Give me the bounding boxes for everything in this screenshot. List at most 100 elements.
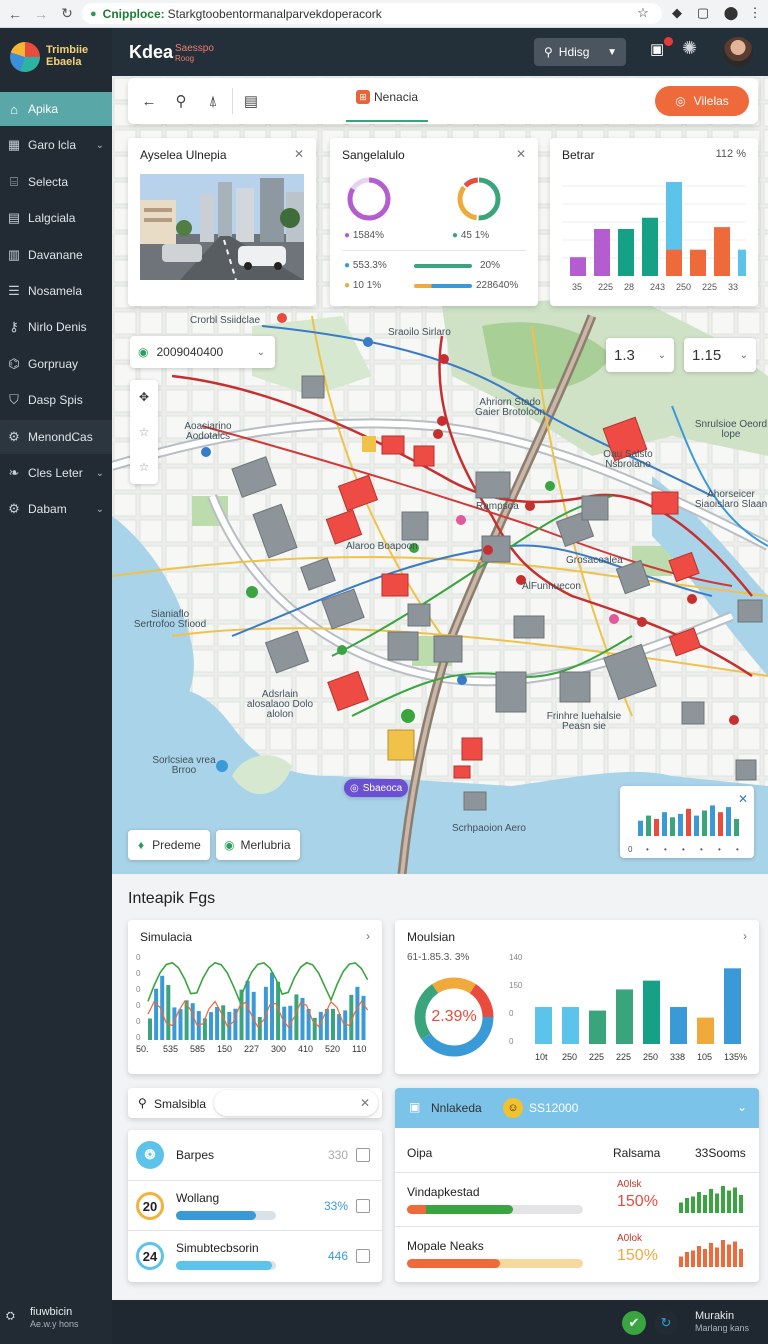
sidebar-item-1[interactable]: ⌂ Apika — [0, 92, 112, 126]
sidebar-item-4[interactable]: ▤ Lalgciala — [0, 201, 112, 235]
sidebar-item-11[interactable]: ❧ Cles Leter ⌄ — [0, 456, 112, 490]
list-item[interactable]: ❂ Barpes 330 — [128, 1130, 382, 1180]
list-item[interactable]: 24 Simubtecbsorin 446 — [128, 1230, 382, 1280]
tick-label: 243 — [650, 282, 665, 292]
row-checkbox[interactable] — [356, 1199, 370, 1213]
sidebar-item-12[interactable]: ⚙ Dabam ⌄ — [0, 492, 112, 526]
search-icon[interactable]: ⚲ — [170, 90, 192, 112]
close-icon[interactable]: ✕ — [738, 792, 748, 806]
browser-bar: ← → ↻ ● Cnipploce: Starkgtoobentormanalp… — [0, 0, 768, 28]
close-icon[interactable]: ✕ — [294, 147, 304, 161]
sidebar-item-8[interactable]: ⌬ Gorpruay — [0, 347, 112, 381]
sidebar-item-5[interactable]: ▥ Davanane — [0, 238, 112, 272]
top-search-button[interactable]: ⚲ Hdisg ▼ — [534, 38, 626, 66]
sidebar-item-6[interactable]: ☰ Nosamela — [0, 274, 112, 308]
bell-icon[interactable]: ⍋ — [202, 90, 224, 112]
sidebar-item-label: Davanane — [28, 247, 83, 262]
tick-label: 225 — [598, 282, 613, 292]
spark-bar — [727, 1190, 731, 1213]
sidebar-item-label: Nosamela — [28, 284, 83, 298]
sidebar-item-7[interactable]: ⚷ Nirlo Denis — [0, 310, 112, 344]
mini-hist-tick: • — [700, 845, 703, 854]
close-icon[interactable]: ✕ — [516, 147, 526, 161]
profile-icon[interactable]: ▢ — [694, 4, 712, 22]
back-icon[interactable]: ← — [4, 3, 26, 25]
table-row[interactable]: Vindapkestad A0lsk 150% — [395, 1172, 759, 1226]
calendar-icon[interactable]: ▤ — [240, 90, 262, 112]
sidebar-item-9[interactable]: ⛉ Dasp Spis — [0, 383, 112, 417]
check-icon[interactable]: ✔ — [622, 1311, 646, 1335]
zoom-select-1[interactable]: 1.3 ⌄ — [606, 338, 674, 372]
map-badge[interactable]: ◎ Sbaeoca — [344, 779, 409, 797]
map-tool-column: ✥ ☆ ☆ — [130, 380, 158, 484]
row-label: Vindapkestad — [407, 1185, 480, 1199]
moulsian-bar-chart: 140 150 0 0 10t 250 225 225 250 338 105 135% — [509, 953, 747, 1062]
row-stat-value: 150% — [617, 1247, 658, 1264]
moulsian-card: Moulsian › 61-1.85.3. 3% 2.39% 140 150 0 0 1… — [395, 920, 759, 1074]
chevron-right-icon[interactable]: › — [366, 929, 370, 943]
sidebar-item-10[interactable]: ⚙ MenondCas — [0, 419, 112, 454]
refresh-icon[interactable]: ↻ — [654, 1311, 678, 1335]
list-icon: ☰ — [8, 283, 20, 298]
metric-2-bar — [414, 284, 472, 288]
alert-icon[interactable]: ⬤ — [722, 4, 740, 22]
metric-2-label: ● 10 1% — [344, 280, 382, 291]
sidebar-item-label: Garo lcla — [28, 138, 77, 153]
sim-bar — [196, 1011, 201, 1040]
list-item-label: Wollang — [176, 1191, 220, 1205]
list-item[interactable]: 20 Wollang 33% — [128, 1180, 382, 1230]
notification-icon[interactable]: ▣ — [650, 37, 673, 60]
menu-icon[interactable]: ⋮ — [746, 4, 764, 22]
gear-icon[interactable]: ✺ — [682, 38, 697, 59]
sim-bar — [154, 988, 159, 1040]
map-button-left[interactable]: ♦ Predeme — [128, 830, 210, 860]
moul-bar — [724, 968, 741, 1044]
ring-chart-1 — [347, 177, 391, 221]
card-title: Betrar — [562, 148, 595, 162]
bars-card: Betrar 112 % 35 225 28 243 250 225 33 — [550, 138, 758, 306]
metric-1-label: ● 553.3% — [344, 260, 387, 271]
right-panel-header[interactable]: ▣ Nnlakeda ☺ SS12000 ⌄ — [395, 1088, 759, 1128]
coin-icon: ☺ — [503, 1098, 523, 1118]
close-icon[interactable]: ✕ — [360, 1096, 370, 1110]
list-search-bar[interactable]: ⚲ Smalsibla ✕ — [128, 1088, 382, 1118]
map-search-input[interactable]: ◉ 2009040400 ⌄ — [130, 336, 275, 368]
tab-nenacia[interactable]: ⊞ Nenacia — [346, 90, 429, 122]
list-search-input[interactable] — [214, 1090, 378, 1116]
mini-histogram-card[interactable]: 0 • • • • • • ✕ — [620, 786, 754, 858]
back-arrow-icon[interactable]: ← — [138, 90, 160, 112]
right-panel: ▣ Nnlakeda ☺ SS12000 ⌄ Oipa Ralsama 33So… — [395, 1088, 759, 1282]
mini-hist-bar — [654, 819, 659, 836]
extension-icon[interactable]: ◆ — [668, 4, 686, 22]
star-icon[interactable]: ☆ — [139, 425, 150, 439]
avatar[interactable] — [723, 37, 753, 67]
table-row[interactable]: Mopale Neaks A0lok 150% — [395, 1226, 759, 1280]
primary-action-button[interactable]: ◎ Vilelas — [655, 86, 749, 116]
map-button-right[interactable]: ◉ Merlubria — [216, 830, 300, 860]
forward-icon[interactable]: → — [30, 3, 52, 25]
x-tick: 535 — [163, 1044, 178, 1054]
map-label-river-west: Sianiaflo Sertrofoo Sfiood — [133, 609, 207, 630]
chevron-down-icon: ⌄ — [657, 349, 666, 361]
zoom-select-2[interactable]: 1.15 ⌄ — [684, 338, 756, 372]
moul-bar — [535, 1007, 552, 1044]
move-icon[interactable]: ✥ — [139, 390, 149, 404]
map-label-south-east: Frinhre Iuehalsie Peasn sie — [546, 711, 622, 732]
url-bar[interactable]: ● Cnipploce: Starkgtoobentormanalparvekd… — [82, 3, 662, 24]
x-tick: 300 — [271, 1044, 286, 1054]
y-tick: 0 — [136, 985, 141, 994]
sidebar-item-2[interactable]: ▦ Garo lcla ⌄ — [0, 128, 112, 162]
photo-card: Ayselea Ulnepia ✕ — [128, 138, 316, 306]
row-progress-bar — [407, 1205, 583, 1214]
app-logo[interactable] — [10, 42, 40, 72]
star-outline-icon[interactable]: ☆ — [139, 460, 150, 474]
sidebar-item-3[interactable]: ⌸ Selecta — [0, 165, 112, 199]
water-drop-icon: ❂ — [136, 1141, 164, 1169]
mini-hist-bar — [718, 812, 723, 836]
reload-icon[interactable]: ↻ — [56, 3, 78, 25]
sidebar-footer[interactable]: ⛭ fiuwbicin Ae.w.y hons — [6, 1306, 79, 1330]
row-checkbox[interactable] — [356, 1249, 370, 1263]
chevron-right-icon[interactable]: › — [743, 929, 747, 943]
row-checkbox[interactable] — [356, 1148, 370, 1162]
bookmark-star-icon[interactable]: ☆ — [634, 4, 652, 22]
